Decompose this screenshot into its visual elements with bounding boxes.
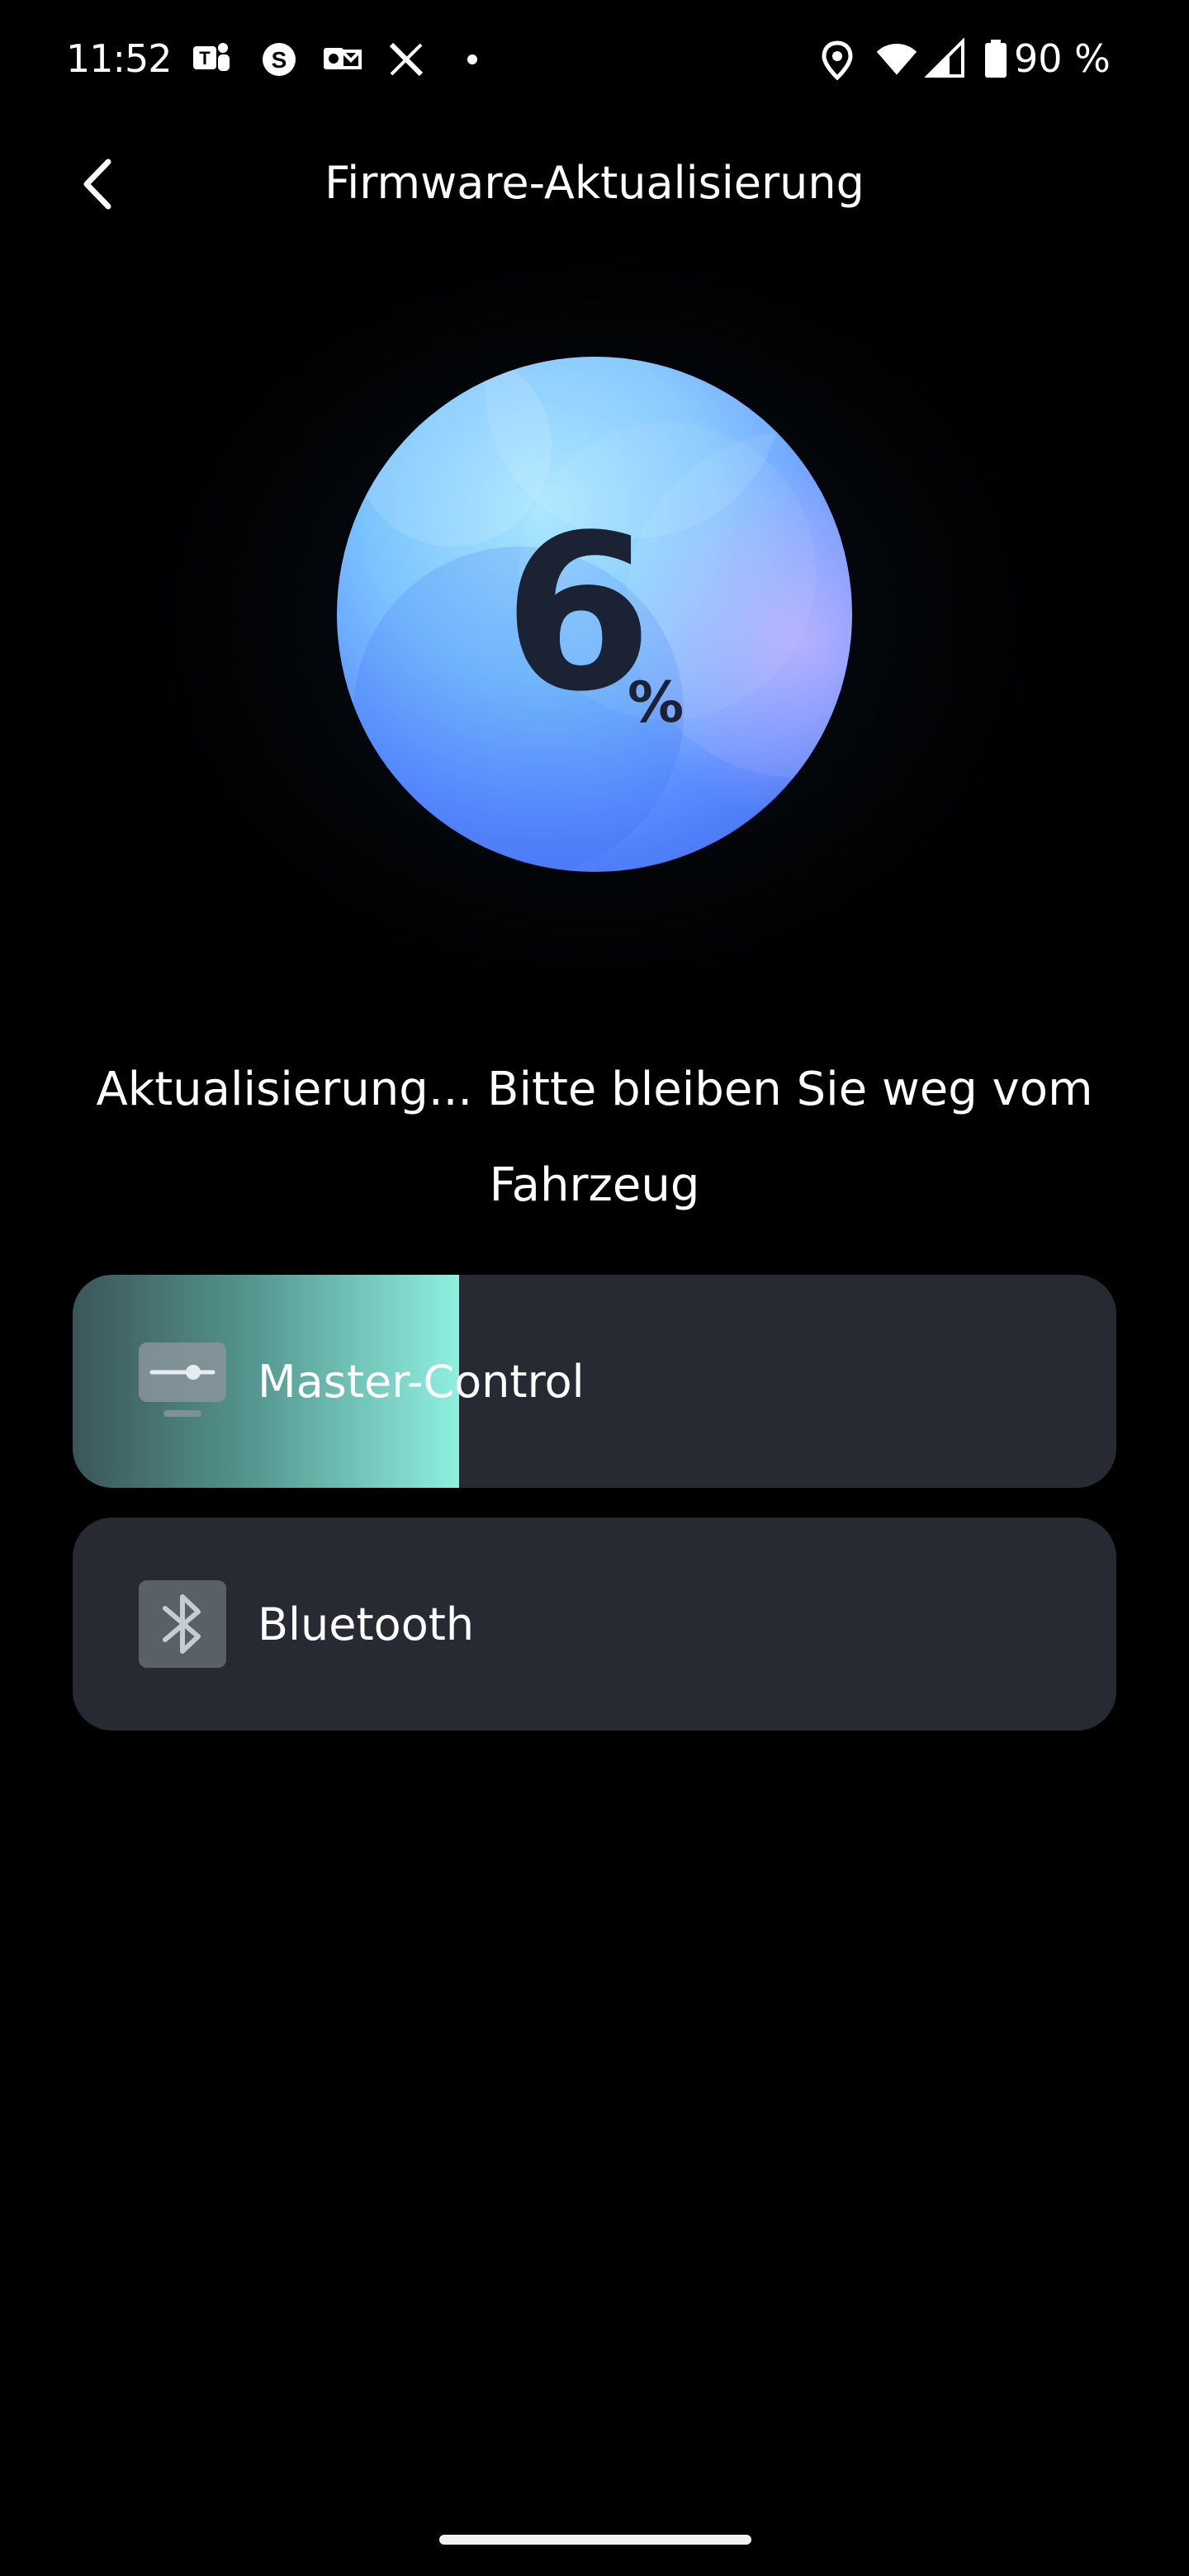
module-card-master-control: Master-Control [73, 1275, 1116, 1488]
status-time: 11:52 [66, 36, 173, 81]
location-icon [816, 38, 859, 81]
status-bar: 11:52 T S 90 % [0, 0, 1189, 116]
outlook-icon [320, 38, 363, 81]
bluetooth-icon [135, 1577, 230, 1671]
svg-text:S: S [272, 47, 287, 73]
progress-orb: 6 % [337, 357, 852, 872]
battery-icon [974, 38, 1017, 81]
svg-text:T: T [199, 48, 211, 69]
wifi-icon [875, 38, 918, 81]
battery-percentage: 90 % [1014, 36, 1111, 81]
skype-icon: S [258, 38, 301, 81]
dot-icon [451, 38, 494, 81]
home-indicator[interactable] [439, 2535, 751, 2545]
x-icon [385, 38, 428, 81]
progress-unit: % [628, 670, 685, 736]
update-message: Aktualisierung... Bitte bleiben Sie weg … [96, 1063, 1093, 1212]
slider-monitor-icon [135, 1334, 230, 1428]
module-label-master-control: Master-Control [258, 1355, 585, 1408]
page-title: Firmware-Aktualisierung [324, 157, 865, 209]
module-label-bluetooth: Bluetooth [258, 1598, 475, 1650]
module-card-bluetooth: Bluetooth [73, 1518, 1116, 1731]
teams-icon: T [190, 38, 233, 81]
signal-icon [925, 38, 968, 81]
